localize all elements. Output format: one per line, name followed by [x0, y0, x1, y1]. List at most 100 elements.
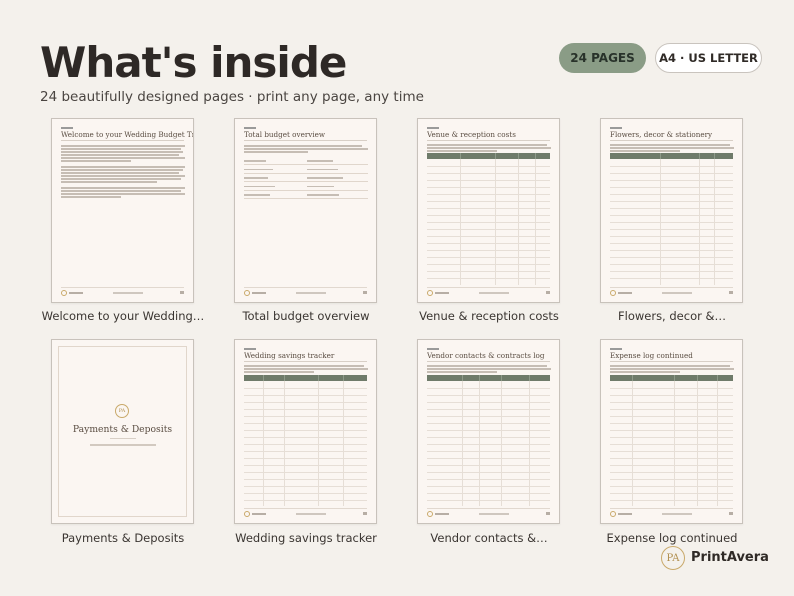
text-line: [61, 148, 181, 150]
thumbnail-page-title: Flowers, decor & stationery: [610, 130, 713, 139]
page-thumbnail-flowers[interactable]: Flowers, decor & stationery: [600, 118, 743, 303]
page-caption-vendor: Vendor contacts &…: [430, 531, 548, 545]
page-title: What's inside: [40, 38, 347, 87]
brand-name: PrintAvera: [691, 550, 769, 565]
table-header: [427, 375, 550, 381]
table-row-line: [610, 388, 733, 389]
table-row-line: [427, 402, 550, 403]
footer-brand: [252, 513, 266, 515]
text-line: [610, 365, 730, 367]
table-row-line: [610, 430, 733, 431]
footer-logo-icon: [244, 511, 250, 517]
page-thumbnail-expense-log[interactable]: Expense log continued: [600, 339, 743, 524]
table-row-line: [427, 229, 550, 230]
footer-page-number: [729, 512, 733, 515]
field-label: [307, 177, 343, 179]
footer-logo-icon: [610, 511, 616, 517]
field-rule: [244, 198, 368, 199]
table-row-line: [427, 173, 550, 174]
footer-page-number: [363, 512, 367, 515]
field-label: [244, 177, 268, 179]
field-rule: [244, 164, 368, 165]
table-row-line: [610, 458, 733, 459]
text-line: [61, 145, 185, 147]
table-row-line: [244, 395, 367, 396]
footer-brand: [252, 292, 266, 294]
field-label: [307, 185, 334, 188]
table-row-line: [610, 229, 733, 230]
table-row-line: [244, 465, 367, 466]
title-rule: [244, 361, 367, 362]
table-row-line: [427, 444, 550, 445]
footer-rule: [610, 508, 733, 509]
table-row-line: [427, 243, 550, 244]
field-rule: [244, 181, 368, 182]
page-thumbnail-total-budget[interactable]: Total budget overview: [234, 118, 377, 303]
text-line: [61, 169, 183, 171]
footer-page-number: [729, 291, 733, 294]
table-row-line: [244, 479, 367, 480]
text-line: [244, 368, 368, 370]
page-caption-savings: Wedding savings tracker: [235, 531, 377, 545]
table-row-line: [244, 472, 367, 473]
table-row-line: [244, 423, 367, 424]
text-line: [244, 365, 364, 367]
text-line: [610, 371, 680, 373]
table-row-line: [427, 395, 550, 396]
footer-page-number: [180, 291, 184, 294]
table-row-line: [427, 180, 550, 181]
footer-brand: [435, 513, 449, 515]
thumbnail-page-title: Total budget overview: [244, 130, 326, 139]
text-line: [610, 150, 680, 152]
page-thumbnail-welcome[interactable]: Welcome to your Wedding Budget Tracker: [51, 118, 194, 303]
page-caption-total-budget: Total budget overview: [242, 309, 370, 323]
table-row-line: [427, 215, 550, 216]
field-label: [307, 168, 338, 171]
table-row-line: [427, 458, 550, 459]
table-row-line: [427, 208, 550, 209]
page-thumbnail-savings[interactable]: Wedding savings tracker: [234, 339, 377, 524]
page-kicker: [610, 348, 622, 350]
table-row-line: [427, 187, 550, 188]
page-thumbnail-venue[interactable]: Venue & reception costs: [417, 118, 560, 303]
text-line: [61, 178, 181, 180]
footer-note: [662, 292, 692, 294]
table-row-line: [244, 409, 367, 410]
text-line: [61, 175, 185, 177]
table-row-line: [610, 166, 733, 167]
table-row-line: [427, 388, 550, 389]
page-footer: [610, 511, 733, 518]
field-rule: [244, 189, 368, 191]
cover-title: Payments & Deposits: [72, 424, 173, 435]
table-row-line: [610, 423, 733, 424]
footer-brand: [69, 292, 83, 294]
footer-logo-icon: [610, 290, 616, 296]
page-thumbnail-vendor[interactable]: Vendor contacts & contracts log: [417, 339, 560, 524]
text-line: [427, 365, 547, 367]
table-row-line: [244, 486, 367, 487]
text-line: [61, 187, 185, 189]
page-footer: [427, 290, 550, 297]
table-header: [610, 375, 733, 381]
thumbnail-page-title: Welcome to your Wedding Budget Tracker: [61, 130, 193, 139]
table-row-line: [610, 257, 733, 258]
footer-logo-icon: [61, 290, 67, 296]
table-row-line: [244, 458, 367, 459]
thumbnail-page-title: Venue & reception costs: [427, 130, 516, 139]
table-row-line: [427, 416, 550, 417]
field-label: [244, 185, 275, 188]
table-row-line: [610, 201, 733, 202]
table-row-line: [427, 264, 550, 265]
table-row-line: [427, 257, 550, 258]
field-label: [307, 160, 333, 162]
footer-logo-icon: [427, 290, 433, 296]
field-label: [307, 194, 339, 196]
text-line: [61, 157, 185, 159]
table-row-line: [610, 208, 733, 209]
page-thumbnail-payments-cover[interactable]: PA Payments & Deposits: [51, 339, 194, 524]
table-row-line: [610, 500, 733, 501]
table-row-line: [610, 479, 733, 480]
table-row-line: [244, 493, 367, 494]
table-row-line: [244, 437, 367, 438]
table-row-line: [427, 437, 550, 438]
